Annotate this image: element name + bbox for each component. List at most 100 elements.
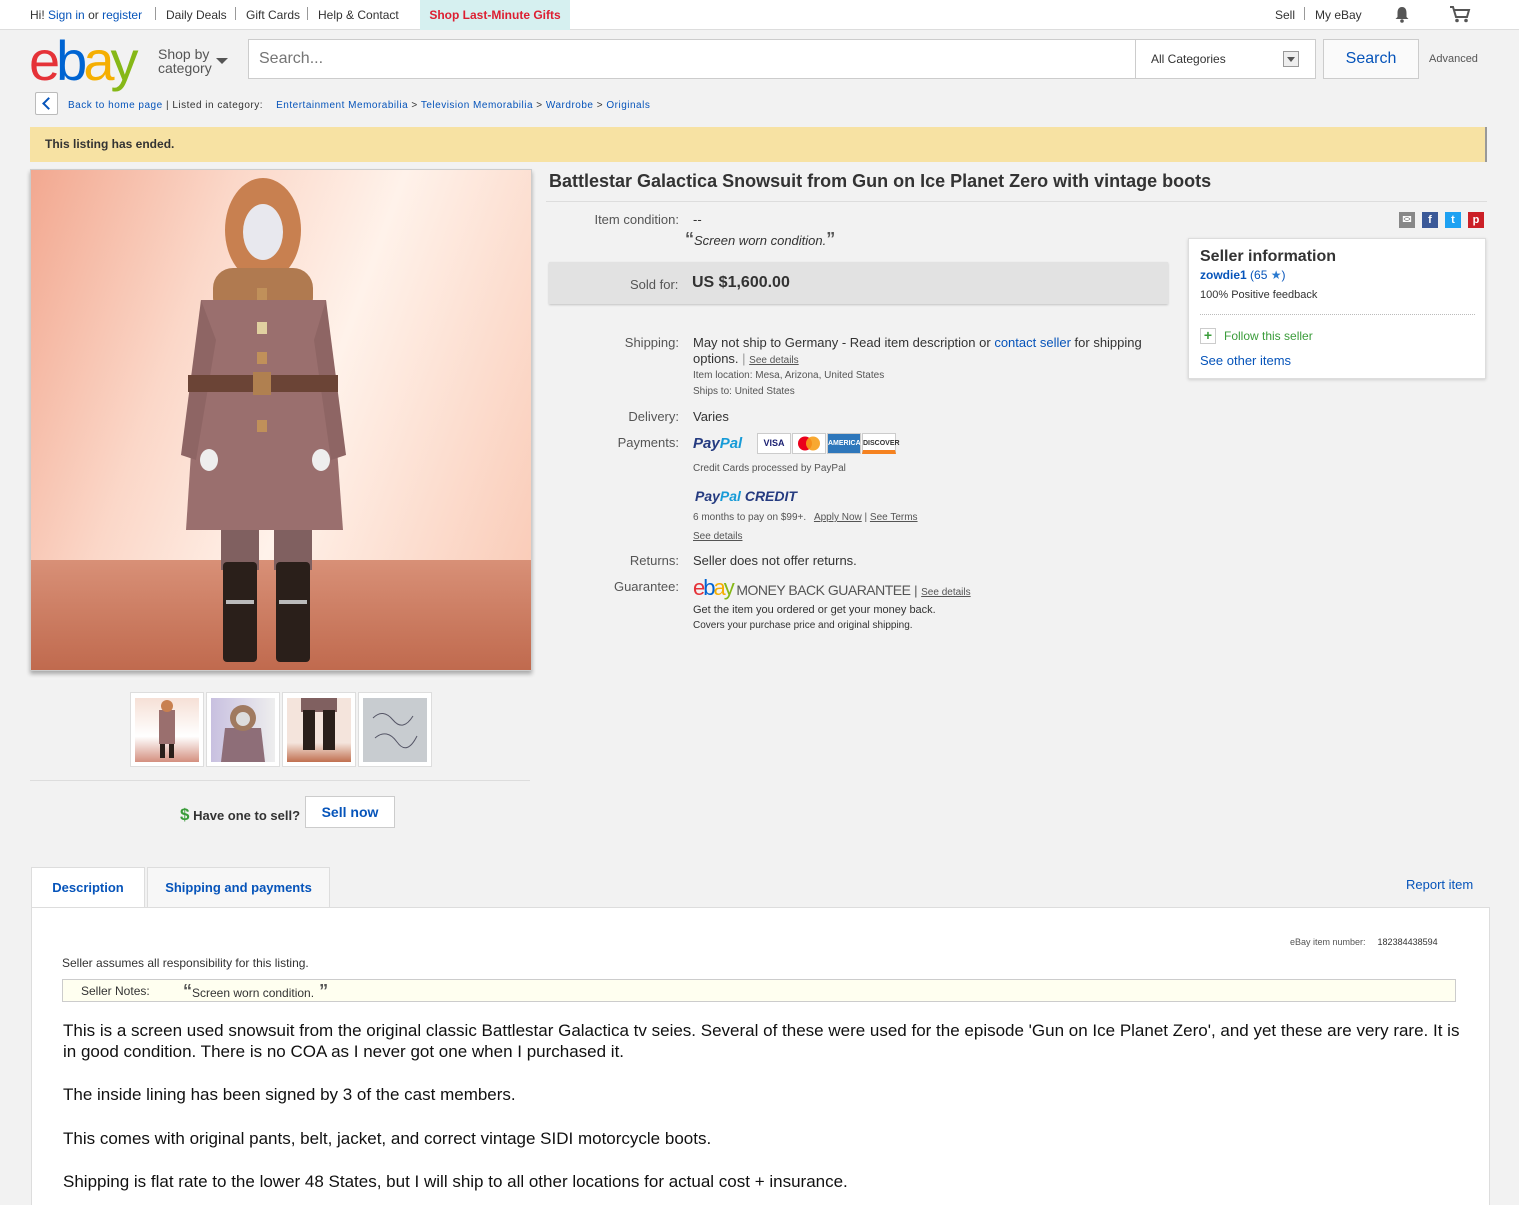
- seller-notes-text: Screen worn condition.: [192, 986, 315, 1000]
- shipping-see-details-link[interactable]: See details: [749, 355, 798, 366]
- promo-link[interactable]: Shop Last-Minute Gifts: [420, 0, 570, 30]
- listed-in-label: Listed in category:: [172, 100, 264, 111]
- daily-deals-link[interactable]: Daily Deals: [166, 8, 227, 22]
- seller-heading: Seller information: [1200, 248, 1337, 265]
- seller-notes-label: Seller Notes:: [81, 984, 150, 998]
- help-contact-link[interactable]: Help & Contact: [318, 8, 399, 22]
- guarantee-see-details-link[interactable]: See details: [921, 587, 970, 598]
- tab-description[interactable]: Description: [31, 867, 145, 908]
- my-ebay-link[interactable]: My eBay: [1315, 8, 1362, 22]
- register-link[interactable]: register: [102, 8, 142, 22]
- pinterest-icon[interactable]: p: [1468, 212, 1484, 228]
- shipping-options: options. | See details: [693, 351, 799, 366]
- returns-label: Returns:: [629, 553, 679, 568]
- money-back-guarantee: ebay MONEY BACK GUARANTEE | See details: [693, 575, 971, 601]
- back-arrow-icon[interactable]: [35, 92, 58, 115]
- category-value: All Categories: [1151, 52, 1226, 66]
- contact-seller-link[interactable]: contact seller: [994, 335, 1071, 350]
- mastercard-icon: [792, 433, 826, 454]
- crumb-wardrobe[interactable]: Wardrobe: [546, 100, 594, 111]
- shop-by-category[interactable]: Shop by category: [158, 47, 212, 75]
- category-select[interactable]: All Categories: [1135, 40, 1315, 78]
- paypal-credit-part2: Pal: [719, 488, 741, 504]
- divider: [30, 780, 530, 781]
- crumb-originals[interactable]: Originals: [606, 100, 650, 111]
- guarantee-line1: Get the item you ordered or get your mon…: [693, 604, 936, 616]
- back-home-link[interactable]: Back to home page: [68, 100, 163, 111]
- thumbnail-2[interactable]: [206, 692, 280, 767]
- credit-terms-text: 6 months to pay on $99+.: [693, 512, 807, 523]
- cart-icon[interactable]: [1449, 5, 1471, 23]
- see-terms-link[interactable]: See Terms: [870, 512, 918, 523]
- or-text: or: [88, 8, 99, 22]
- condition-quote-text: Screen worn condition.: [694, 233, 827, 248]
- apply-now-link[interactable]: Apply Now: [814, 512, 862, 523]
- top-navigation: Hi! Sign in or register Daily Deals Gift…: [0, 0, 1519, 30]
- sell-link[interactable]: Sell: [1275, 8, 1295, 22]
- caret-down-icon[interactable]: [216, 58, 228, 64]
- dropdown-arrow-icon[interactable]: [1283, 51, 1299, 67]
- condition-label: Item condition:: [594, 212, 679, 227]
- divider: [546, 201, 1487, 202]
- search-input[interactable]: [249, 40, 1135, 78]
- divider: [1304, 7, 1305, 20]
- main-product-image[interactable]: [30, 169, 532, 671]
- item-location: Item location: Mesa, Arizona, United Sta…: [693, 370, 885, 381]
- seller-info-box: Seller information zowdie1 (65 ★) 100% P…: [1188, 238, 1486, 379]
- divider: [307, 7, 308, 20]
- guarantee-label: Guarantee:: [613, 579, 679, 594]
- crumb-television[interactable]: Television Memorabilia: [421, 100, 533, 111]
- search-button[interactable]: Search: [1323, 39, 1419, 79]
- listing-title: Battlestar Galactica Snowsuit from Gun o…: [549, 171, 1212, 191]
- condition-quote: “Screen worn condition.”: [685, 229, 835, 250]
- gift-cards-link[interactable]: Gift Cards: [246, 8, 300, 22]
- tab-shipping-payments[interactable]: Shipping and payments: [147, 867, 330, 907]
- seller-score-link[interactable]: (65: [1250, 268, 1267, 282]
- description-panel: eBay item number: 182384438594 Seller ass…: [31, 907, 1490, 1205]
- see-other-items-link[interactable]: See other items: [1200, 353, 1291, 368]
- plus-icon[interactable]: +: [1200, 328, 1216, 344]
- credit-terms: 6 months to pay on $99+. Apply Now | See…: [693, 512, 918, 523]
- facebook-icon[interactable]: f: [1422, 212, 1438, 228]
- thumbnail-4[interactable]: [358, 692, 432, 767]
- paypal-logo-part2: Pal: [719, 435, 743, 452]
- paypal-credit-logo: PayPal CREDIT: [695, 488, 797, 504]
- have-one-to-sell: $ Have one to sell?: [180, 805, 300, 825]
- credit-see-details-link[interactable]: See details: [693, 531, 742, 542]
- sign-in-link[interactable]: Sign in: [48, 8, 85, 22]
- crumb-arrow: >: [536, 100, 546, 111]
- listing-ended-banner: This listing has ended.: [30, 127, 1487, 162]
- pipe: |: [914, 583, 918, 598]
- bell-icon[interactable]: [1394, 6, 1410, 23]
- crumb-arrow: >: [411, 100, 421, 111]
- sold-label: Sold for:: [630, 277, 679, 292]
- ebay-logo[interactable]: ebay: [29, 30, 138, 92]
- sold-price: US $1,600.00: [692, 274, 790, 291]
- sell-now-button[interactable]: Sell now: [305, 796, 395, 828]
- shipping-label: Shipping:: [624, 335, 679, 350]
- credit-cards-note: Credit Cards processed by PayPal: [693, 463, 846, 474]
- seller-notes-quote: “Screen worn condition. ”: [183, 981, 328, 1002]
- seller-name-link[interactable]: zowdie1: [1200, 268, 1247, 282]
- responsibility-note: Seller assumes all responsibility for th…: [62, 956, 309, 970]
- divider: [235, 7, 236, 20]
- twitter-icon[interactable]: t: [1445, 212, 1461, 228]
- discover-icon: DISCOVER: [862, 433, 900, 454]
- description-paragraph-2: The inside lining has been signed by 3 o…: [63, 1085, 516, 1104]
- report-item-link[interactable]: Report item: [1406, 877, 1473, 892]
- shipping-text: May not ship to Germany - Read item desc…: [693, 335, 1142, 350]
- advanced-search-link[interactable]: Advanced: [1429, 53, 1478, 65]
- ebay-small-logo: ebay: [693, 575, 735, 600]
- email-icon[interactable]: ✉: [1399, 212, 1415, 228]
- guarantee-line2: Covers your purchase price and original …: [693, 620, 913, 631]
- shipping-text-part1: May not ship to Germany - Read item desc…: [693, 335, 991, 350]
- crumb-arrow: >: [596, 100, 607, 111]
- crumb-entertainment[interactable]: Entertainment Memorabilia: [276, 100, 408, 111]
- sold-price-box: Sold for: US $1,600.00: [549, 262, 1168, 304]
- follow-seller-link[interactable]: Follow this seller: [1224, 329, 1313, 343]
- thumbnail-1[interactable]: [130, 692, 204, 767]
- thumbnail-3[interactable]: [282, 692, 356, 767]
- guarantee-text: MONEY BACK GUARANTEE: [736, 582, 911, 598]
- seller-notes: Seller Notes: “Screen worn condition. ”: [62, 979, 1456, 1002]
- open-quote-icon: “: [183, 981, 192, 1001]
